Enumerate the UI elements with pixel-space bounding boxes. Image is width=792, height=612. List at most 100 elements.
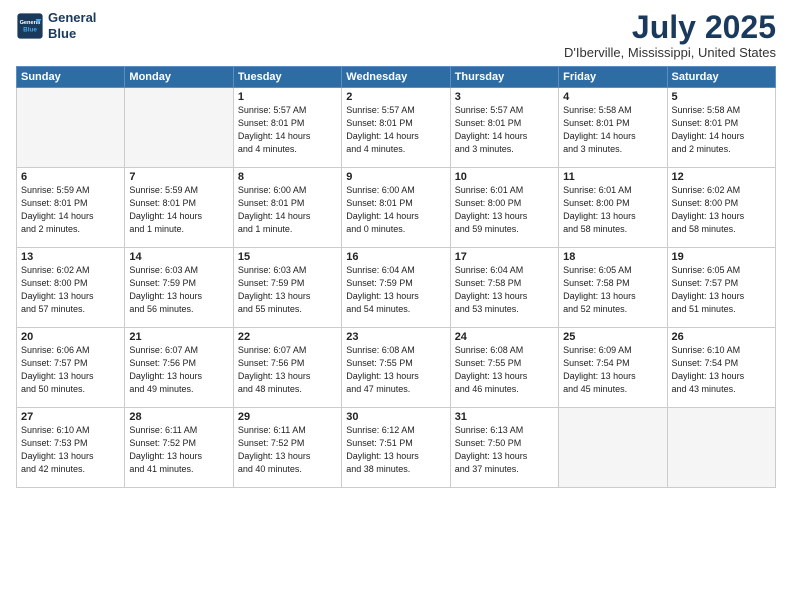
weekday-header: Thursday <box>450 67 558 88</box>
calendar-cell: 16Sunrise: 6:04 AM Sunset: 7:59 PM Dayli… <box>342 248 450 328</box>
day-number: 1 <box>238 91 337 103</box>
day-number: 13 <box>21 251 120 263</box>
calendar-cell: 12Sunrise: 6:02 AM Sunset: 8:00 PM Dayli… <box>667 168 775 248</box>
weekday-header: Sunday <box>17 67 125 88</box>
day-info: Sunrise: 6:07 AM Sunset: 7:56 PM Dayligh… <box>238 344 337 396</box>
calendar-cell: 7Sunrise: 5:59 AM Sunset: 8:01 PM Daylig… <box>125 168 233 248</box>
calendar-cell: 27Sunrise: 6:10 AM Sunset: 7:53 PM Dayli… <box>17 408 125 488</box>
day-info: Sunrise: 6:11 AM Sunset: 7:52 PM Dayligh… <box>129 424 228 476</box>
calendar-cell: 29Sunrise: 6:11 AM Sunset: 7:52 PM Dayli… <box>233 408 341 488</box>
day-info: Sunrise: 6:10 AM Sunset: 7:54 PM Dayligh… <box>672 344 771 396</box>
day-number: 10 <box>455 171 554 183</box>
day-number: 12 <box>672 171 771 183</box>
day-info: Sunrise: 6:00 AM Sunset: 8:01 PM Dayligh… <box>238 184 337 236</box>
calendar-cell: 26Sunrise: 6:10 AM Sunset: 7:54 PM Dayli… <box>667 328 775 408</box>
day-info: Sunrise: 6:12 AM Sunset: 7:51 PM Dayligh… <box>346 424 445 476</box>
day-info: Sunrise: 5:57 AM Sunset: 8:01 PM Dayligh… <box>346 104 445 156</box>
calendar-cell: 22Sunrise: 6:07 AM Sunset: 7:56 PM Dayli… <box>233 328 341 408</box>
day-info: Sunrise: 5:57 AM Sunset: 8:01 PM Dayligh… <box>455 104 554 156</box>
day-number: 9 <box>346 171 445 183</box>
day-info: Sunrise: 6:13 AM Sunset: 7:50 PM Dayligh… <box>455 424 554 476</box>
calendar-cell <box>125 88 233 168</box>
day-number: 27 <box>21 411 120 423</box>
calendar-week-row: 20Sunrise: 6:06 AM Sunset: 7:57 PM Dayli… <box>17 328 776 408</box>
calendar-cell: 23Sunrise: 6:08 AM Sunset: 7:55 PM Dayli… <box>342 328 450 408</box>
title-block: July 2025 D'Iberville, Mississippi, Unit… <box>564 10 776 60</box>
day-info: Sunrise: 5:58 AM Sunset: 8:01 PM Dayligh… <box>563 104 662 156</box>
logo: General Blue General Blue <box>16 10 96 41</box>
day-number: 14 <box>129 251 228 263</box>
day-info: Sunrise: 6:00 AM Sunset: 8:01 PM Dayligh… <box>346 184 445 236</box>
calendar-week-row: 27Sunrise: 6:10 AM Sunset: 7:53 PM Dayli… <box>17 408 776 488</box>
calendar-cell: 8Sunrise: 6:00 AM Sunset: 8:01 PM Daylig… <box>233 168 341 248</box>
calendar-cell: 6Sunrise: 5:59 AM Sunset: 8:01 PM Daylig… <box>17 168 125 248</box>
logo-icon: General Blue <box>16 12 44 40</box>
weekday-header: Saturday <box>667 67 775 88</box>
weekday-header: Wednesday <box>342 67 450 88</box>
calendar-cell <box>17 88 125 168</box>
day-number: 8 <box>238 171 337 183</box>
day-number: 26 <box>672 331 771 343</box>
calendar-cell: 15Sunrise: 6:03 AM Sunset: 7:59 PM Dayli… <box>233 248 341 328</box>
calendar-cell: 5Sunrise: 5:58 AM Sunset: 8:01 PM Daylig… <box>667 88 775 168</box>
day-info: Sunrise: 6:03 AM Sunset: 7:59 PM Dayligh… <box>129 264 228 316</box>
calendar-cell: 20Sunrise: 6:06 AM Sunset: 7:57 PM Dayli… <box>17 328 125 408</box>
day-info: Sunrise: 6:04 AM Sunset: 7:58 PM Dayligh… <box>455 264 554 316</box>
calendar-cell: 21Sunrise: 6:07 AM Sunset: 7:56 PM Dayli… <box>125 328 233 408</box>
day-info: Sunrise: 6:01 AM Sunset: 8:00 PM Dayligh… <box>455 184 554 236</box>
weekday-header: Monday <box>125 67 233 88</box>
day-number: 16 <box>346 251 445 263</box>
calendar-cell: 25Sunrise: 6:09 AM Sunset: 7:54 PM Dayli… <box>559 328 667 408</box>
day-info: Sunrise: 6:08 AM Sunset: 7:55 PM Dayligh… <box>346 344 445 396</box>
calendar-cell: 19Sunrise: 6:05 AM Sunset: 7:57 PM Dayli… <box>667 248 775 328</box>
calendar-cell: 17Sunrise: 6:04 AM Sunset: 7:58 PM Dayli… <box>450 248 558 328</box>
day-number: 2 <box>346 91 445 103</box>
day-number: 5 <box>672 91 771 103</box>
day-number: 20 <box>21 331 120 343</box>
day-info: Sunrise: 5:58 AM Sunset: 8:01 PM Dayligh… <box>672 104 771 156</box>
calendar-cell <box>559 408 667 488</box>
svg-text:Blue: Blue <box>23 26 37 33</box>
calendar-cell: 31Sunrise: 6:13 AM Sunset: 7:50 PM Dayli… <box>450 408 558 488</box>
day-number: 21 <box>129 331 228 343</box>
day-number: 25 <box>563 331 662 343</box>
calendar-cell: 13Sunrise: 6:02 AM Sunset: 8:00 PM Dayli… <box>17 248 125 328</box>
day-number: 22 <box>238 331 337 343</box>
logo-text: General Blue <box>48 10 96 41</box>
day-number: 31 <box>455 411 554 423</box>
day-number: 29 <box>238 411 337 423</box>
day-info: Sunrise: 6:07 AM Sunset: 7:56 PM Dayligh… <box>129 344 228 396</box>
day-number: 24 <box>455 331 554 343</box>
weekday-header: Friday <box>559 67 667 88</box>
day-number: 17 <box>455 251 554 263</box>
day-info: Sunrise: 6:10 AM Sunset: 7:53 PM Dayligh… <box>21 424 120 476</box>
day-number: 3 <box>455 91 554 103</box>
page: General Blue General Blue July 2025 D'Ib… <box>0 0 792 612</box>
calendar-week-row: 6Sunrise: 5:59 AM Sunset: 8:01 PM Daylig… <box>17 168 776 248</box>
day-info: Sunrise: 6:02 AM Sunset: 8:00 PM Dayligh… <box>21 264 120 316</box>
calendar-week-row: 13Sunrise: 6:02 AM Sunset: 8:00 PM Dayli… <box>17 248 776 328</box>
calendar-cell: 11Sunrise: 6:01 AM Sunset: 8:00 PM Dayli… <box>559 168 667 248</box>
calendar-cell: 18Sunrise: 6:05 AM Sunset: 7:58 PM Dayli… <box>559 248 667 328</box>
calendar-cell: 2Sunrise: 5:57 AM Sunset: 8:01 PM Daylig… <box>342 88 450 168</box>
calendar-cell: 10Sunrise: 6:01 AM Sunset: 8:00 PM Dayli… <box>450 168 558 248</box>
day-number: 19 <box>672 251 771 263</box>
day-number: 7 <box>129 171 228 183</box>
day-number: 15 <box>238 251 337 263</box>
day-number: 23 <box>346 331 445 343</box>
day-info: Sunrise: 6:01 AM Sunset: 8:00 PM Dayligh… <box>563 184 662 236</box>
day-info: Sunrise: 6:03 AM Sunset: 7:59 PM Dayligh… <box>238 264 337 316</box>
calendar-cell <box>667 408 775 488</box>
calendar-table: SundayMondayTuesdayWednesdayThursdayFrid… <box>16 66 776 488</box>
subtitle: D'Iberville, Mississippi, United States <box>564 45 776 60</box>
day-info: Sunrise: 6:08 AM Sunset: 7:55 PM Dayligh… <box>455 344 554 396</box>
day-info: Sunrise: 6:04 AM Sunset: 7:59 PM Dayligh… <box>346 264 445 316</box>
header: General Blue General Blue July 2025 D'Ib… <box>16 10 776 60</box>
day-info: Sunrise: 6:05 AM Sunset: 7:58 PM Dayligh… <box>563 264 662 316</box>
calendar-cell: 1Sunrise: 5:57 AM Sunset: 8:01 PM Daylig… <box>233 88 341 168</box>
day-number: 18 <box>563 251 662 263</box>
calendar-cell: 3Sunrise: 5:57 AM Sunset: 8:01 PM Daylig… <box>450 88 558 168</box>
day-number: 4 <box>563 91 662 103</box>
day-info: Sunrise: 5:57 AM Sunset: 8:01 PM Dayligh… <box>238 104 337 156</box>
calendar-cell: 14Sunrise: 6:03 AM Sunset: 7:59 PM Dayli… <box>125 248 233 328</box>
